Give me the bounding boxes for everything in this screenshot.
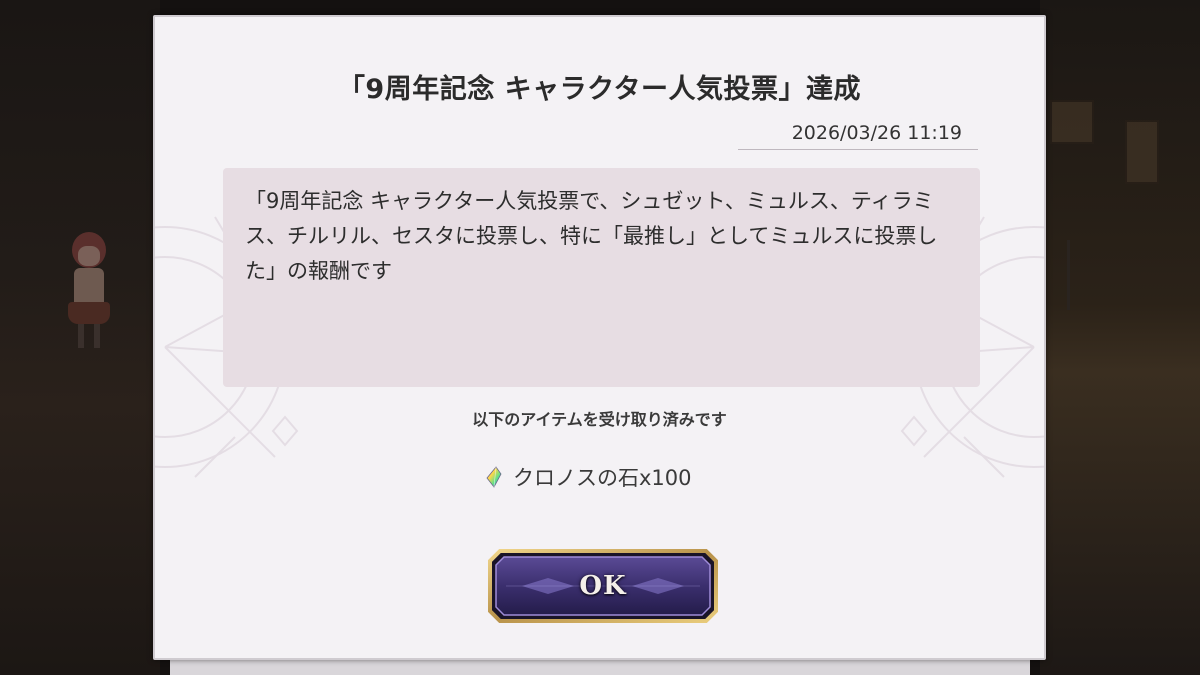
- dialog-bottom-edge: [170, 660, 1030, 675]
- reward-item: クロノスの石x100: [485, 463, 692, 491]
- message-box: 「9周年記念 キャラクター人気投票で、シュゼット、ミュルス、ティラミス、チルリル…: [223, 168, 980, 387]
- achievement-timestamp: 2026/03/26 11:19: [738, 118, 978, 150]
- received-items-note: 以下のアイテムを受け取り済みです: [472, 410, 727, 429]
- character-sprite: [60, 232, 120, 352]
- reward-message: 「9周年記念 キャラクター人気投票で、シュゼット、ミュルス、ティラミス、チルリル…: [245, 189, 938, 283]
- character-legs: [78, 324, 100, 348]
- ok-button[interactable]: OK: [486, 547, 720, 625]
- reward-item-label: クロノスの石x100: [513, 466, 692, 490]
- reward-dialog: 「9周年記念 キャラクター人気投票」達成 2026/03/26 11:19 「9…: [153, 15, 1046, 660]
- character-skirt: [68, 302, 110, 324]
- dialog-title: 「9周年記念 キャラクター人気投票」達成: [337, 74, 862, 105]
- background-window: [1125, 120, 1159, 184]
- chronos-stone-icon: [486, 466, 502, 488]
- background-window: [1050, 100, 1094, 144]
- ok-button-label: OK: [579, 571, 627, 601]
- character-face: [78, 246, 100, 266]
